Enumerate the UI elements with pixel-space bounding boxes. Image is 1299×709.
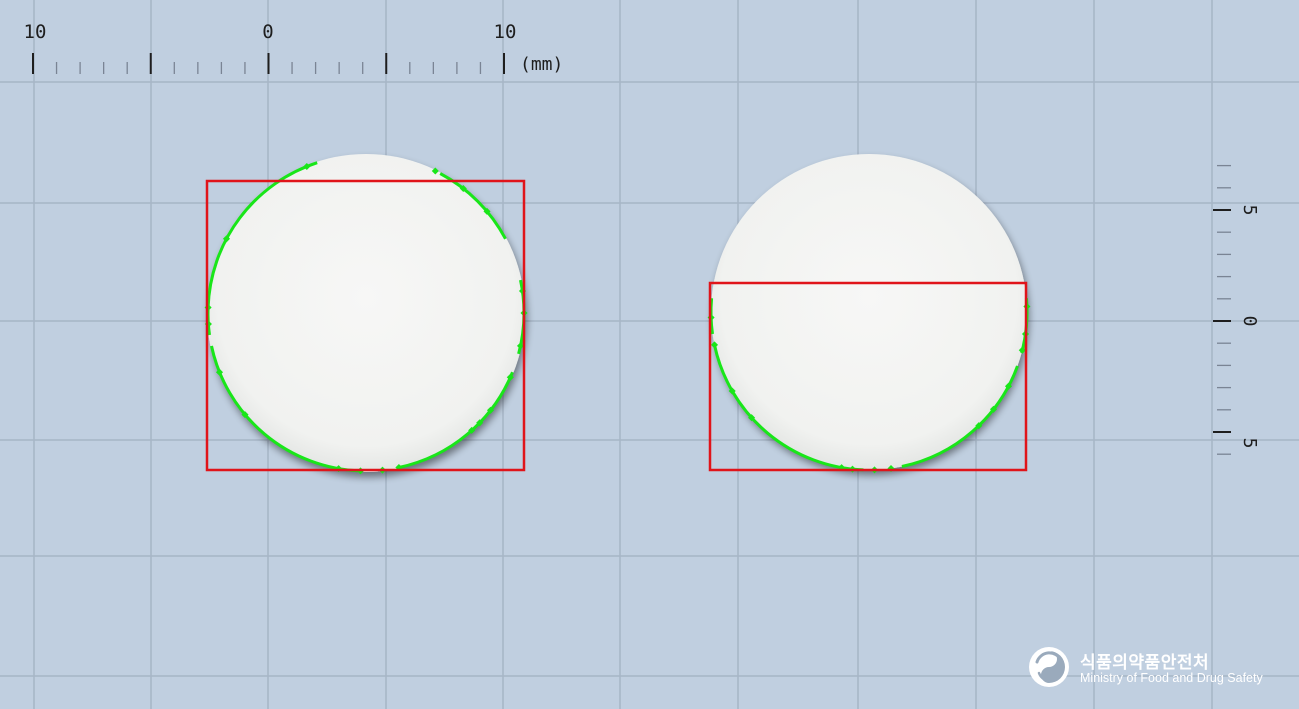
top-ruler-label-center: 0 (262, 21, 273, 43)
mfds-logo-english: Ministry of Food and Drug Safety (1080, 671, 1263, 685)
background-grid (0, 0, 1299, 709)
top-ruler-label-left: 10 (24, 21, 47, 43)
measurement-canvas: 10 0 10 (mm) 5 0 5 (0, 0, 1299, 709)
side-ruler: 5 0 5 (1213, 164, 1260, 455)
top-ruler: 10 0 10 (mm) (24, 21, 564, 75)
top-ruler-ticks (32, 53, 505, 74)
mfds-logo-korean: 식품의약품안전처 (1080, 653, 1210, 673)
top-ruler-unit: (mm) (520, 54, 563, 75)
side-ruler-label-bottom: 5 (1239, 438, 1260, 449)
side-ruler-label-center: 0 (1239, 316, 1260, 327)
side-ruler-ticks (1213, 164, 1231, 455)
tablet-back (707, 154, 1031, 474)
top-ruler-label-right: 10 (494, 21, 517, 43)
mfds-emblem-icon (1029, 647, 1069, 687)
tablet-front (204, 154, 528, 475)
side-ruler-label-top: 5 (1239, 205, 1260, 216)
mfds-logo: 식품의약품안전처 Ministry of Food and Drug Safet… (1028, 646, 1288, 690)
tablet-back-body (711, 154, 1027, 470)
